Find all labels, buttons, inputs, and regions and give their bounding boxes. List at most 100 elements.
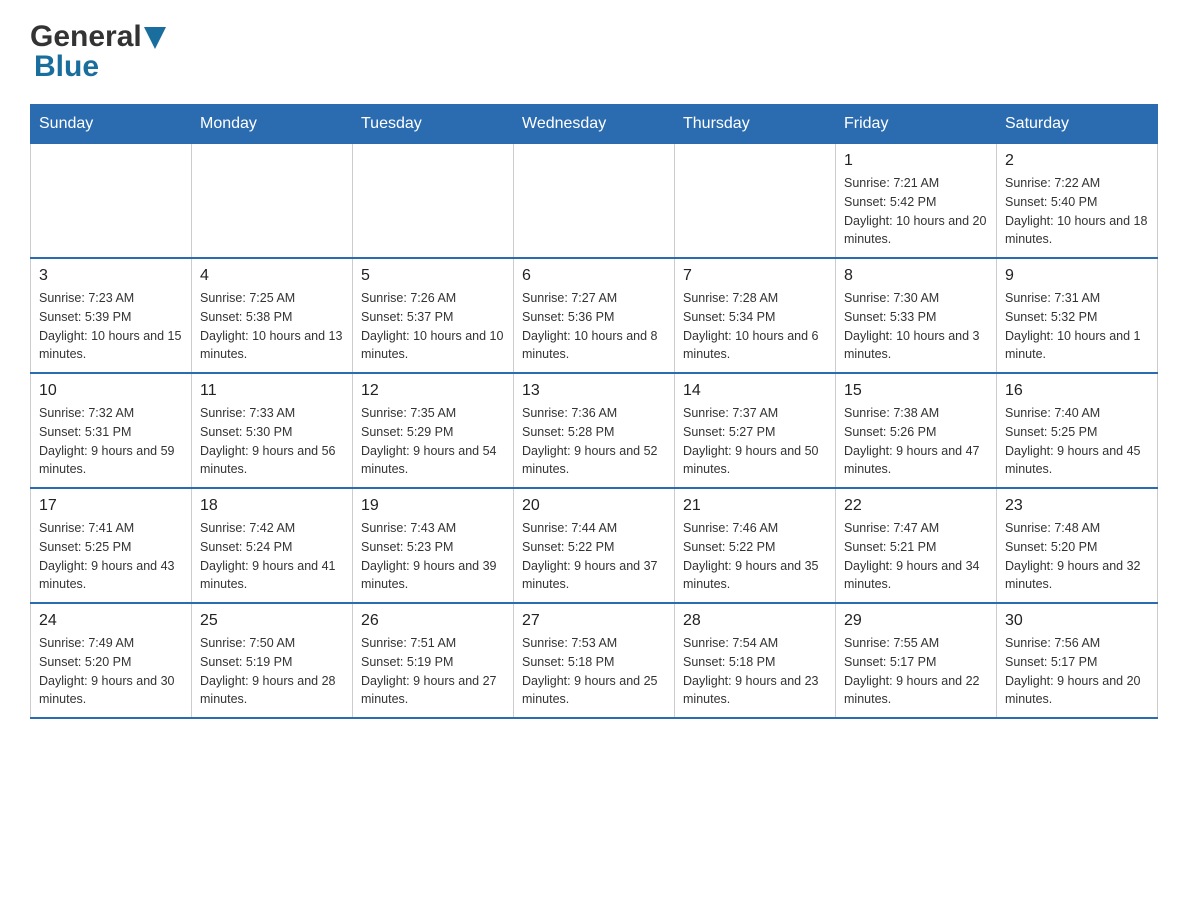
day-number: 1 — [844, 152, 988, 170]
calendar-cell — [514, 144, 675, 259]
calendar-cell: 23 Sunrise: 7:48 AMSunset: 5:20 PMDayligh… — [997, 488, 1158, 603]
day-info: Sunrise: 7:42 AMSunset: 5:24 PMDaylight:… — [200, 519, 344, 594]
calendar-cell: 22 Sunrise: 7:47 AMSunset: 5:21 PMDayligh… — [836, 488, 997, 603]
weekday-header-friday: Friday — [836, 105, 997, 144]
weekday-header-wednesday: Wednesday — [514, 105, 675, 144]
day-info: Sunrise: 7:47 AMSunset: 5:21 PMDaylight:… — [844, 519, 988, 594]
page-header: General Blue — [30, 20, 1158, 84]
calendar-cell: 17 Sunrise: 7:41 AMSunset: 5:25 PMDayligh… — [31, 488, 192, 603]
calendar-cell: 5Sunrise: 7:26 AMSunset: 5:37 PMDaylight… — [353, 258, 514, 373]
day-number: 2 — [1005, 152, 1149, 170]
weekday-header-sunday: Sunday — [31, 105, 192, 144]
day-info: Sunrise: 7:44 AMSunset: 5:22 PMDaylight:… — [522, 519, 666, 594]
day-info: Sunrise: 7:28 AMSunset: 5:34 PMDaylight:… — [683, 289, 827, 364]
day-number: 4 — [200, 267, 344, 285]
day-number: 13 — [522, 382, 666, 400]
day-info: Sunrise: 7:38 AMSunset: 5:26 PMDaylight:… — [844, 404, 988, 479]
day-number: 22 — [844, 497, 988, 515]
calendar-cell: 2 Sunrise: 7:22 AMSunset: 5:40 PMDaylight… — [997, 144, 1158, 259]
day-number: 5 — [361, 267, 505, 285]
day-info: Sunrise: 7:56 AMSunset: 5:17 PMDaylight:… — [1005, 634, 1149, 709]
day-number: 15 — [844, 382, 988, 400]
day-info: Sunrise: 7:21 AMSunset: 5:42 PMDaylight:… — [844, 174, 988, 249]
calendar-cell: 25 Sunrise: 7:50 AMSunset: 5:19 PMDayligh… — [192, 603, 353, 718]
day-number: 26 — [361, 612, 505, 630]
day-number: 25 — [200, 612, 344, 630]
calendar-table: SundayMondayTuesdayWednesdayThursdayFrid… — [30, 104, 1158, 719]
calendar-cell: 8 Sunrise: 7:30 AMSunset: 5:33 PMDaylight… — [836, 258, 997, 373]
calendar-cell: 21 Sunrise: 7:46 AMSunset: 5:22 PMDayligh… — [675, 488, 836, 603]
day-number: 30 — [1005, 612, 1149, 630]
day-number: 9 — [1005, 267, 1149, 285]
day-number: 16 — [1005, 382, 1149, 400]
day-info: Sunrise: 7:31 AMSunset: 5:32 PMDaylight:… — [1005, 289, 1149, 364]
logo-general-text: General — [30, 20, 142, 54]
day-number: 3 — [39, 267, 183, 285]
calendar-cell: 1 Sunrise: 7:21 AMSunset: 5:42 PMDaylight… — [836, 144, 997, 259]
calendar-cell: 30 Sunrise: 7:56 AMSunset: 5:17 PMDayligh… — [997, 603, 1158, 718]
calendar-cell: 4 Sunrise: 7:25 AMSunset: 5:38 PMDaylight… — [192, 258, 353, 373]
calendar-week-1: 1 Sunrise: 7:21 AMSunset: 5:42 PMDaylight… — [31, 144, 1158, 259]
calendar-cell: 14 Sunrise: 7:37 AMSunset: 5:27 PMDayligh… — [675, 373, 836, 488]
day-info: Sunrise: 7:41 AMSunset: 5:25 PMDaylight:… — [39, 519, 183, 594]
calendar-week-3: 10 Sunrise: 7:32 AMSunset: 5:31 PMDayligh… — [31, 373, 1158, 488]
calendar-cell: 7 Sunrise: 7:28 AMSunset: 5:34 PMDaylight… — [675, 258, 836, 373]
day-info: Sunrise: 7:40 AMSunset: 5:25 PMDaylight:… — [1005, 404, 1149, 479]
calendar-cell: 19Sunrise: 7:43 AMSunset: 5:23 PMDayligh… — [353, 488, 514, 603]
calendar-cell: 16 Sunrise: 7:40 AMSunset: 5:25 PMDayligh… — [997, 373, 1158, 488]
day-number: 20 — [522, 497, 666, 515]
day-info: Sunrise: 7:22 AMSunset: 5:40 PMDaylight:… — [1005, 174, 1149, 249]
day-info: Sunrise: 7:25 AMSunset: 5:38 PMDaylight:… — [200, 289, 344, 364]
day-number: 7 — [683, 267, 827, 285]
day-info: Sunrise: 7:37 AMSunset: 5:27 PMDaylight:… — [683, 404, 827, 479]
day-number: 17 — [39, 497, 183, 515]
calendar-cell: 20 Sunrise: 7:44 AMSunset: 5:22 PMDayligh… — [514, 488, 675, 603]
day-number: 21 — [683, 497, 827, 515]
day-info: Sunrise: 7:54 AMSunset: 5:18 PMDaylight:… — [683, 634, 827, 709]
calendar-cell: 6 Sunrise: 7:27 AMSunset: 5:36 PMDaylight… — [514, 258, 675, 373]
day-info: Sunrise: 7:55 AMSunset: 5:17 PMDaylight:… — [844, 634, 988, 709]
day-info: Sunrise: 7:35 AMSunset: 5:29 PMDaylight:… — [361, 404, 505, 479]
calendar-cell: 28 Sunrise: 7:54 AMSunset: 5:18 PMDayligh… — [675, 603, 836, 718]
weekday-header-thursday: Thursday — [675, 105, 836, 144]
day-number: 23 — [1005, 497, 1149, 515]
logo: General Blue — [30, 20, 166, 84]
calendar-week-4: 17 Sunrise: 7:41 AMSunset: 5:25 PMDayligh… — [31, 488, 1158, 603]
day-number: 28 — [683, 612, 827, 630]
calendar-cell: 11 Sunrise: 7:33 AMSunset: 5:30 PMDayligh… — [192, 373, 353, 488]
day-info: Sunrise: 7:50 AMSunset: 5:19 PMDaylight:… — [200, 634, 344, 709]
day-info: Sunrise: 7:49 AMSunset: 5:20 PMDaylight:… — [39, 634, 183, 709]
weekday-header-saturday: Saturday — [997, 105, 1158, 144]
calendar-cell: 12Sunrise: 7:35 AMSunset: 5:29 PMDayligh… — [353, 373, 514, 488]
day-number: 24 — [39, 612, 183, 630]
day-info: Sunrise: 7:48 AMSunset: 5:20 PMDaylight:… — [1005, 519, 1149, 594]
logo-arrow-icon — [144, 27, 166, 49]
calendar-week-2: 3Sunrise: 7:23 AMSunset: 5:39 PMDaylight… — [31, 258, 1158, 373]
day-number: 19 — [361, 497, 505, 515]
day-number: 6 — [522, 267, 666, 285]
day-number: 10 — [39, 382, 183, 400]
day-info: Sunrise: 7:46 AMSunset: 5:22 PMDaylight:… — [683, 519, 827, 594]
day-info: Sunrise: 7:32 AMSunset: 5:31 PMDaylight:… — [39, 404, 183, 479]
calendar-week-5: 24 Sunrise: 7:49 AMSunset: 5:20 PMDayligh… — [31, 603, 1158, 718]
calendar-cell: 29 Sunrise: 7:55 AMSunset: 5:17 PMDayligh… — [836, 603, 997, 718]
day-number: 8 — [844, 267, 988, 285]
day-info: Sunrise: 7:33 AMSunset: 5:30 PMDaylight:… — [200, 404, 344, 479]
calendar-cell: 13 Sunrise: 7:36 AMSunset: 5:28 PMDayligh… — [514, 373, 675, 488]
day-number: 27 — [522, 612, 666, 630]
day-number: 11 — [200, 382, 344, 400]
day-info: Sunrise: 7:36 AMSunset: 5:28 PMDaylight:… — [522, 404, 666, 479]
day-info: Sunrise: 7:27 AMSunset: 5:36 PMDaylight:… — [522, 289, 666, 364]
day-info: Sunrise: 7:53 AMSunset: 5:18 PMDaylight:… — [522, 634, 666, 709]
calendar-cell — [192, 144, 353, 259]
calendar-cell: 10 Sunrise: 7:32 AMSunset: 5:31 PMDayligh… — [31, 373, 192, 488]
day-number: 18 — [200, 497, 344, 515]
weekday-header-tuesday: Tuesday — [353, 105, 514, 144]
calendar-cell — [675, 144, 836, 259]
calendar-cell: 26Sunrise: 7:51 AMSunset: 5:19 PMDayligh… — [353, 603, 514, 718]
weekday-header-monday: Monday — [192, 105, 353, 144]
day-number: 14 — [683, 382, 827, 400]
day-number: 29 — [844, 612, 988, 630]
calendar-cell — [31, 144, 192, 259]
day-info: Sunrise: 7:30 AMSunset: 5:33 PMDaylight:… — [844, 289, 988, 364]
